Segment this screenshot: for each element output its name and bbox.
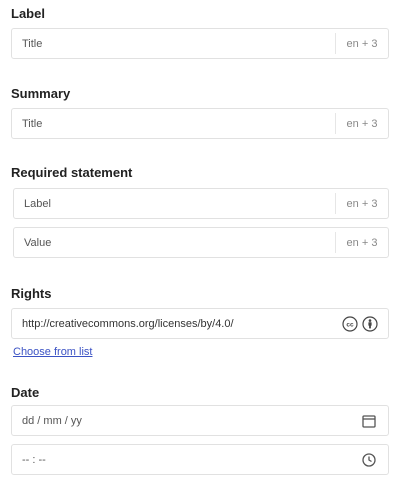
required-statement-value-language-selector[interactable]: en + 3: [335, 232, 388, 253]
svg-text:cc: cc: [346, 322, 354, 329]
time-placeholder: -- : --: [22, 454, 46, 466]
summary-heading: Summary: [11, 86, 71, 101]
summary-language-selector[interactable]: en + 3: [335, 113, 388, 134]
summary-title-input[interactable]: Title en + 3: [11, 108, 389, 139]
required-statement-heading: Required statement: [11, 165, 133, 180]
label-heading: Label: [11, 6, 45, 21]
required-statement-value-input[interactable]: Value en + 3: [13, 227, 389, 258]
summary-title-placeholder: Title: [22, 118, 43, 130]
choose-from-list-link[interactable]: Choose from list: [13, 346, 92, 358]
date-placeholder: dd / mm / yy: [22, 415, 82, 427]
label-title-input[interactable]: Title en + 3: [11, 28, 389, 59]
time-input[interactable]: -- : --: [11, 444, 389, 475]
required-statement-label-language-selector[interactable]: en + 3: [335, 193, 388, 214]
required-statement-label-placeholder: Label: [24, 198, 51, 210]
creative-commons-icon: cc: [342, 316, 358, 332]
calendar-icon[interactable]: [361, 413, 377, 429]
rights-url-input[interactable]: http://creativecommons.org/licenses/by/4…: [11, 308, 389, 339]
clock-icon[interactable]: [361, 452, 377, 468]
required-statement-value-placeholder: Value: [24, 237, 52, 249]
required-statement-label-input[interactable]: Label en + 3: [13, 188, 389, 219]
label-language-selector[interactable]: en + 3: [335, 33, 388, 54]
date-heading: Date: [11, 385, 40, 400]
rights-url-value: http://creativecommons.org/licenses/by/4…: [22, 318, 234, 330]
license-icons: cc: [342, 316, 378, 332]
rights-heading: Rights: [11, 286, 52, 301]
date-input[interactable]: dd / mm / yy: [11, 405, 389, 436]
attribution-icon: [362, 316, 378, 332]
label-title-placeholder: Title: [22, 38, 43, 50]
